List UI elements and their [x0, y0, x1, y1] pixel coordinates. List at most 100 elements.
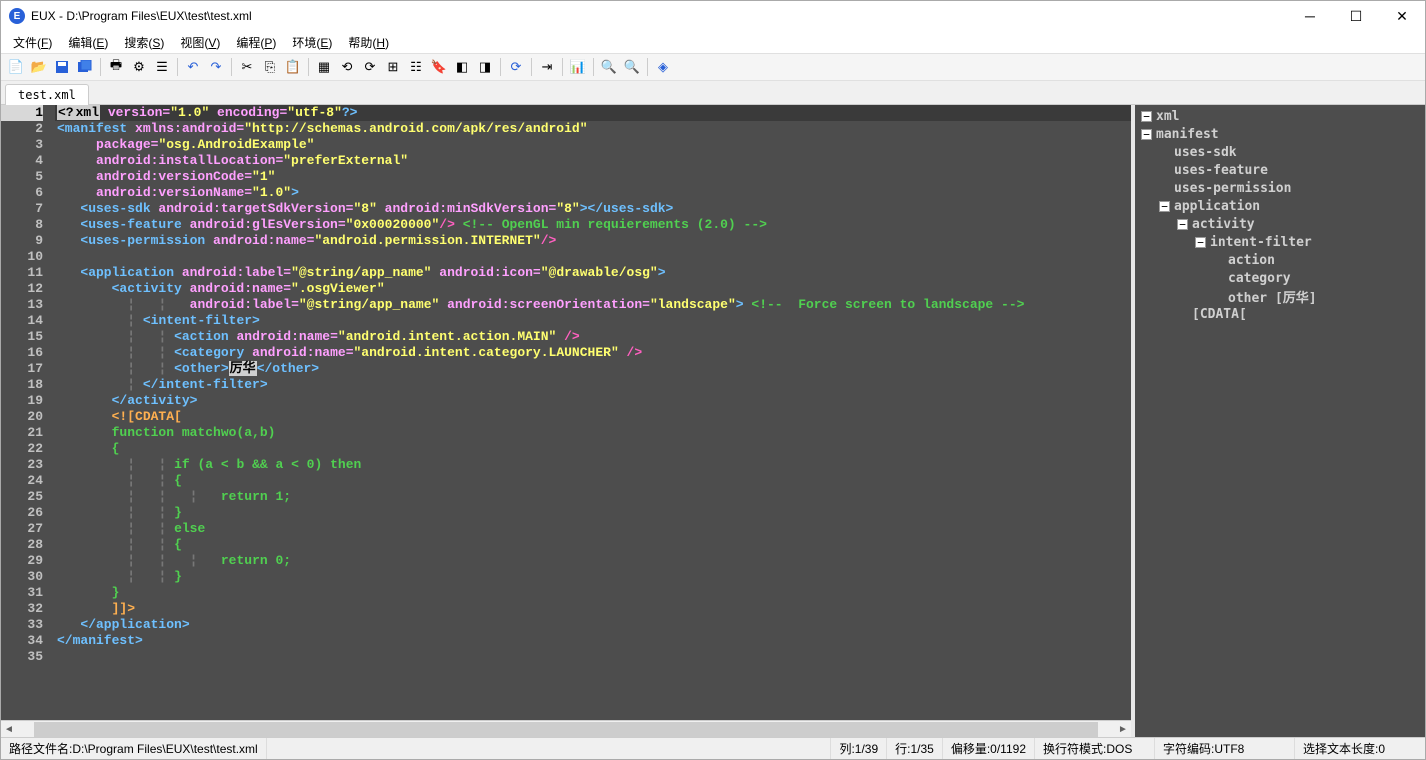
outline-item[interactable]: uses-feature: [1135, 161, 1425, 179]
outline-item[interactable]: category: [1135, 269, 1425, 287]
code-line[interactable]: <application android:label="@string/app_…: [55, 265, 1131, 281]
menu-item[interactable]: 编辑(E): [60, 32, 116, 53]
code-line[interactable]: }: [55, 585, 1131, 601]
search-settings-icon[interactable]: 🔍: [621, 56, 643, 78]
code-line[interactable]: ¦ ¦ }: [55, 505, 1131, 521]
file-tab[interactable]: test.xml: [5, 84, 89, 105]
tool-icon[interactable]: ◨: [474, 56, 496, 78]
code-line[interactable]: ¦ ¦ android:label="@string/app_name" and…: [55, 297, 1131, 313]
outline-item[interactable]: −manifest: [1135, 125, 1425, 143]
maximize-button[interactable]: ☐: [1333, 1, 1379, 31]
scrollbar-thumb[interactable]: [34, 722, 1098, 737]
outline-item[interactable]: −intent-filter: [1135, 233, 1425, 251]
code-line[interactable]: ¦ </intent-filter>: [55, 377, 1131, 393]
chart-icon[interactable]: 📊: [567, 56, 589, 78]
save-icon[interactable]: [51, 56, 73, 78]
editor[interactable]: 1234567891011121314151617181920212223242…: [1, 105, 1131, 720]
close-button[interactable]: ✕: [1379, 1, 1425, 31]
horizontal-scrollbar[interactable]: ◄ ►: [1, 720, 1131, 737]
code-line[interactable]: ¦ ¦ <other>厉华</other>: [55, 361, 1131, 377]
paste-icon[interactable]: 📋: [282, 56, 304, 78]
outline-item[interactable]: other [厉华]: [1135, 287, 1425, 305]
tool-icon[interactable]: ⟳: [359, 56, 381, 78]
menu-item[interactable]: 视图(V): [172, 32, 228, 53]
tree-collapse-icon[interactable]: −: [1141, 129, 1152, 140]
indent-icon[interactable]: ⇥: [536, 56, 558, 78]
code-line[interactable]: </manifest>: [55, 633, 1131, 649]
tool-icon[interactable]: ⊞: [382, 56, 404, 78]
code-line[interactable]: ¦ ¦ {: [55, 473, 1131, 489]
code-line[interactable]: <uses-feature android:glEsVersion="0x000…: [55, 217, 1131, 233]
tree-collapse-icon[interactable]: −: [1177, 219, 1188, 230]
minimize-button[interactable]: ─: [1287, 1, 1333, 31]
menu-item[interactable]: 编程(P): [228, 32, 284, 53]
scroll-left-icon[interactable]: ◄: [1, 721, 17, 738]
search-icon[interactable]: 🔍: [598, 56, 620, 78]
scroll-right-icon[interactable]: ►: [1115, 721, 1131, 738]
code-area[interactable]: <?xml version="1.0" encoding="utf-8"?><m…: [55, 105, 1131, 720]
tool-icon[interactable]: ◧: [451, 56, 473, 78]
code-line[interactable]: ¦ ¦ <action android:name="android.intent…: [55, 329, 1131, 345]
code-line[interactable]: ]]>: [55, 601, 1131, 617]
line-number: 20: [1, 409, 43, 425]
code-line[interactable]: ¦ ¦ ¦ return 1;: [55, 489, 1131, 505]
cut-icon[interactable]: ✂: [236, 56, 258, 78]
copy-icon[interactable]: ⎘: [259, 56, 281, 78]
open-file-icon[interactable]: 📂: [28, 56, 50, 78]
outline-item[interactable]: uses-permission: [1135, 179, 1425, 197]
code-line[interactable]: <?xml version="1.0" encoding="utf-8"?>: [55, 105, 1131, 121]
code-line[interactable]: ¦ <intent-filter>: [55, 313, 1131, 329]
outline-item[interactable]: −application: [1135, 197, 1425, 215]
menu-item[interactable]: 环境(E): [284, 32, 340, 53]
undo-icon[interactable]: ↶: [182, 56, 204, 78]
print-icon[interactable]: 🖶: [105, 56, 127, 78]
code-line[interactable]: ¦ ¦ }: [55, 569, 1131, 585]
save-all-icon[interactable]: [74, 56, 96, 78]
refresh-icon[interactable]: ⟳: [505, 56, 527, 78]
code-line[interactable]: <manifest xmlns:android="http://schemas.…: [55, 121, 1131, 137]
code-line[interactable]: ¦ ¦ ¦ return 0;: [55, 553, 1131, 569]
code-line[interactable]: ¦ ¦ {: [55, 537, 1131, 553]
code-line[interactable]: function matchwo(a,b): [55, 425, 1131, 441]
help-icon[interactable]: ◈: [652, 56, 674, 78]
list-icon[interactable]: ☰: [151, 56, 173, 78]
new-file-icon[interactable]: 📄: [5, 56, 27, 78]
code-line[interactable]: <uses-permission android:name="android.p…: [55, 233, 1131, 249]
outline-item[interactable]: uses-sdk: [1135, 143, 1425, 161]
tool-icon[interactable]: ▦: [313, 56, 335, 78]
outline-item[interactable]: [CDATA[: [1135, 305, 1425, 323]
bookmark-icon[interactable]: 🔖: [428, 56, 450, 78]
outline-item[interactable]: action: [1135, 251, 1425, 269]
code-line[interactable]: <activity android:name=".osgViewer": [55, 281, 1131, 297]
tree-collapse-icon[interactable]: −: [1141, 111, 1152, 122]
menu-item[interactable]: 帮助(H): [340, 32, 397, 53]
outline-item[interactable]: −xml: [1135, 107, 1425, 125]
outline-item[interactable]: −activity: [1135, 215, 1425, 233]
tool-icon[interactable]: ⟲: [336, 56, 358, 78]
code-line[interactable]: {: [55, 441, 1131, 457]
toolbar-separator: [308, 58, 309, 76]
code-line[interactable]: package="osg.AndroidExample": [55, 137, 1131, 153]
tree-collapse-icon[interactable]: −: [1159, 201, 1170, 212]
menubar: 文件(F)编辑(E)搜索(S)视图(V)编程(P)环境(E)帮助(H): [1, 31, 1425, 53]
settings-icon[interactable]: ⚙: [128, 56, 150, 78]
code-line[interactable]: ¦ ¦ if (a < b && a < 0) then: [55, 457, 1131, 473]
code-line[interactable]: <uses-sdk android:targetSdkVersion="8" a…: [55, 201, 1131, 217]
code-line[interactable]: android:versionName="1.0">: [55, 185, 1131, 201]
code-line[interactable]: ¦ ¦ <category android:name="android.inte…: [55, 345, 1131, 361]
status-column: 列:1/39: [831, 738, 887, 759]
code-line[interactable]: [55, 649, 1131, 665]
code-line[interactable]: </activity>: [55, 393, 1131, 409]
menu-item[interactable]: 文件(F): [5, 32, 60, 53]
code-line[interactable]: </application>: [55, 617, 1131, 633]
tree-collapse-icon[interactable]: −: [1195, 237, 1206, 248]
menu-item[interactable]: 搜索(S): [116, 32, 172, 53]
code-line[interactable]: android:installLocation="preferExternal": [55, 153, 1131, 169]
code-line[interactable]: android:versionCode="1": [55, 169, 1131, 185]
code-line[interactable]: ¦ ¦ else: [55, 521, 1131, 537]
code-line[interactable]: [55, 249, 1131, 265]
line-number: 28: [1, 537, 43, 553]
tool-icon[interactable]: ☷: [405, 56, 427, 78]
code-line[interactable]: <![CDATA[: [55, 409, 1131, 425]
redo-icon[interactable]: ↷: [205, 56, 227, 78]
